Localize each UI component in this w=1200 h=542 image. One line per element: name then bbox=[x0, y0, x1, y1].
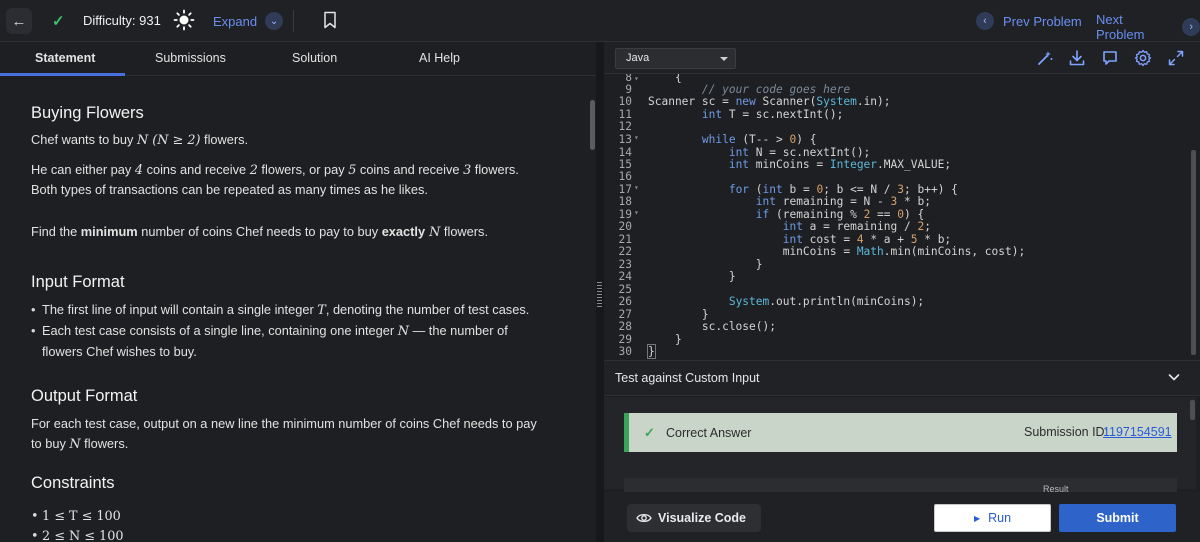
prev-problem-label: Prev Problem bbox=[1003, 13, 1082, 29]
list-item: 2 ≤ N ≤ 100 bbox=[31, 527, 551, 542]
tab-ai-help[interactable]: AI Help bbox=[419, 51, 460, 65]
submit-button[interactable]: Submit bbox=[1059, 504, 1176, 532]
play-icon: ▶ bbox=[973, 513, 981, 523]
next-problem-button[interactable]: Next Problem › bbox=[1096, 12, 1200, 42]
line-number: 22 bbox=[618, 245, 632, 258]
output-format-title: Output Format bbox=[31, 387, 138, 405]
constraints-title: Constraints bbox=[31, 474, 115, 492]
difficulty-label: Difficulty: 931 bbox=[83, 13, 161, 28]
tab-submissions[interactable]: Submissions bbox=[155, 51, 226, 65]
custom-input-label: Test against Custom Input bbox=[615, 371, 760, 385]
output-format-text: For each test case, output on a new line… bbox=[31, 416, 537, 452]
statement-repeat: Both types of transactions can be repeat… bbox=[31, 182, 428, 197]
code-line: sc.close(); bbox=[648, 320, 776, 333]
gear-icon[interactable] bbox=[1134, 49, 1152, 67]
next-problem-label: Next Problem bbox=[1096, 12, 1145, 42]
run-button[interactable]: ▶ Run bbox=[934, 504, 1051, 532]
chevron-right-icon: › bbox=[1182, 18, 1200, 36]
code-line: } bbox=[648, 270, 736, 283]
tab-solution[interactable]: Solution bbox=[292, 51, 337, 65]
line-number: 12 bbox=[618, 120, 632, 133]
visualize-code-button[interactable]: Visualize Code bbox=[627, 504, 761, 532]
active-tab-indicator bbox=[0, 73, 125, 76]
arrow-left-icon: ← bbox=[11, 12, 27, 30]
list-item: 1 ≤ T ≤ 100 bbox=[31, 507, 551, 527]
line-number: 13 bbox=[618, 133, 632, 146]
statement-task: Find the minimum number of coins Chef ne… bbox=[31, 224, 489, 240]
statement-intro: Chef wants to buy N (N ≥ 2) flowers. bbox=[31, 132, 249, 148]
code-line: System.out.println(minCoins); bbox=[728, 295, 925, 308]
fold-icon[interactable]: ▾ bbox=[634, 208, 639, 217]
line-number: 30 bbox=[618, 345, 632, 358]
code-line: int T = sc.nextInt(); bbox=[701, 108, 844, 121]
input-format-list: The first line of input will contain a s… bbox=[31, 300, 541, 362]
line-number: 26 bbox=[618, 295, 632, 308]
visualize-code-label: Visualize Code bbox=[658, 511, 746, 525]
chevron-down-icon: ⌄ bbox=[265, 12, 284, 30]
line-number: 20 bbox=[618, 220, 632, 233]
prev-problem-button[interactable]: ‹ Prev Problem bbox=[976, 12, 1082, 30]
tab-statement[interactable]: Statement bbox=[35, 51, 95, 65]
sun-icon[interactable] bbox=[173, 9, 195, 31]
code-line: } bbox=[647, 344, 656, 359]
run-label: Run bbox=[988, 511, 1012, 525]
list-item: The first line of input will contain a s… bbox=[31, 300, 541, 321]
statement-scrollbar[interactable] bbox=[590, 100, 595, 150]
divider bbox=[293, 10, 294, 32]
code-line: Scanner sc = new Scanner(System.in); bbox=[648, 95, 891, 108]
eye-icon bbox=[636, 513, 652, 523]
check-icon: ✓ bbox=[644, 425, 655, 440]
chevron-left-icon: ‹ bbox=[976, 12, 994, 30]
bookmark-icon[interactable] bbox=[322, 11, 338, 29]
submission-id-label: Submission ID: bbox=[1024, 425, 1109, 439]
chevron-down-icon[interactable] bbox=[1167, 370, 1181, 384]
line-number: 24 bbox=[618, 270, 632, 283]
expand-button[interactable]: Expand ⌄ bbox=[213, 12, 284, 30]
problem-title: Buying Flowers bbox=[31, 104, 144, 122]
line-number: 28 bbox=[618, 320, 632, 333]
fold-icon[interactable]: ▾ bbox=[634, 133, 639, 142]
code-scrollbar[interactable] bbox=[1191, 150, 1196, 355]
code-line: int remaining = N - 3 * b; bbox=[755, 195, 931, 208]
constraints-list: 1 ≤ T ≤ 100 2 ≤ N ≤ 100 bbox=[31, 507, 551, 542]
fold-icon[interactable]: ▾ bbox=[634, 74, 639, 83]
magic-wand-icon[interactable] bbox=[1036, 49, 1054, 67]
code-line: minCoins = Math.min(minCoins, cost); bbox=[648, 245, 1026, 258]
line-number-gutter: 8 9 10 11 12 13 14 15 16 17 18 19 20 21 22 23 24 25 26 27 28… bbox=[604, 74, 632, 360]
caret-down-icon bbox=[720, 57, 728, 61]
fold-icon[interactable]: ▾ bbox=[634, 183, 639, 192]
fullscreen-icon[interactable] bbox=[1167, 49, 1185, 67]
line-number: 16 bbox=[618, 170, 632, 183]
problem-tabs: Statement Submissions Solution AI Help bbox=[0, 42, 596, 76]
status-text: Correct Answer bbox=[666, 426, 752, 440]
drag-handle-icon[interactable] bbox=[597, 282, 602, 308]
code-line: while (T-- > 0) { bbox=[701, 133, 817, 146]
check-icon: ✓ bbox=[52, 13, 65, 30]
line-number: 10 bbox=[618, 95, 632, 108]
result-header bbox=[624, 478, 1177, 492]
language-value: Java bbox=[626, 52, 650, 64]
result-scrollbar[interactable] bbox=[1190, 400, 1195, 420]
line-number: 18 bbox=[618, 195, 632, 208]
message-icon[interactable] bbox=[1101, 49, 1119, 67]
download-icon[interactable] bbox=[1068, 49, 1086, 67]
submission-id-link[interactable]: 1197154591 bbox=[1103, 425, 1172, 439]
code-line: int minCoins = Integer.MAX_VALUE; bbox=[728, 158, 952, 171]
code-editor[interactable]: 8 9 10 11 12 13 14 15 16 17 18 19 20 21 22 23 24 25 26 27 28… bbox=[604, 74, 1196, 360]
language-select[interactable]: Java bbox=[615, 48, 736, 69]
list-item: Each test case consists of a single line… bbox=[31, 321, 541, 362]
back-button[interactable]: ← bbox=[6, 8, 32, 34]
code-line: int a = remaining / 2; bbox=[782, 220, 931, 233]
expand-label: Expand bbox=[213, 13, 258, 29]
problem-statement: Buying Flowers Chef wants to buy N (N ≥ … bbox=[0, 77, 590, 542]
input-format-title: Input Format bbox=[31, 273, 125, 291]
statement-options: He can either pay 4 coins and receive 2 … bbox=[31, 162, 519, 178]
